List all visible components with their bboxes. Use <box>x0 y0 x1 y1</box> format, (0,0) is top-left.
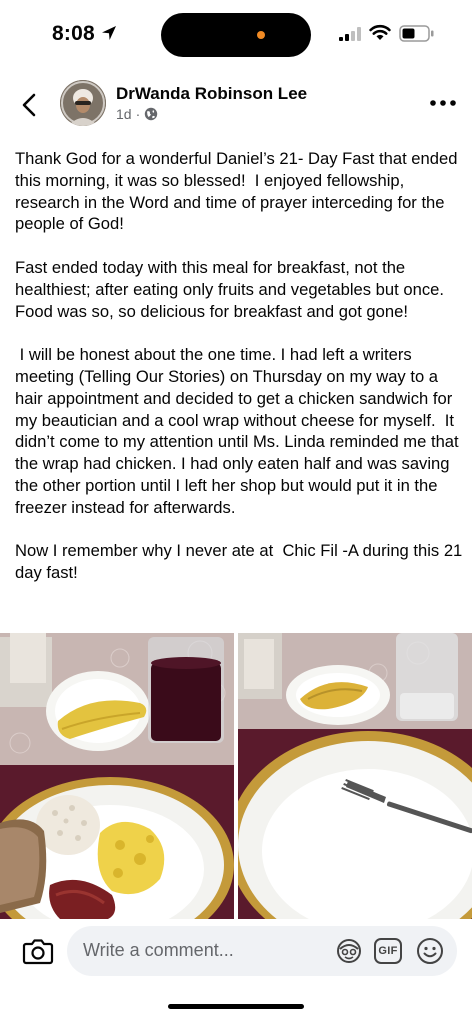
post-paragraph: Fast ended today with this meal for brea… <box>15 257 449 321</box>
post-body: Thank God for a wonderful Daniel’s 21- D… <box>15 148 463 606</box>
comment-input[interactable] <box>83 940 323 961</box>
battery-icon <box>399 25 434 42</box>
avatar-sticker-icon[interactable] <box>335 938 363 964</box>
post-paragraph: Now I remember why I never ate at Chic F… <box>15 541 467 583</box>
post-photo-empty-plate[interactable] <box>238 633 472 919</box>
post-timestamp[interactable]: 1d <box>116 106 132 122</box>
post-photo-breakfast[interactable] <box>0 633 234 919</box>
comment-box[interactable]: GIF <box>67 926 457 976</box>
privacy-indicator-dot <box>257 31 265 39</box>
avatar[interactable] <box>60 80 106 126</box>
wifi-icon <box>369 24 391 40</box>
status-bar: 8:08 <box>0 0 472 70</box>
emoji-icon[interactable] <box>416 937 444 965</box>
camera-icon[interactable] <box>22 936 54 966</box>
author-name[interactable]: DrWanda Robinson Lee <box>116 84 307 104</box>
post-meta: 1d · <box>116 106 158 122</box>
home-indicator[interactable] <box>168 1004 304 1009</box>
post-header: DrWanda Robinson Lee 1d · <box>0 78 472 138</box>
post-paragraph: I will be honest about the one time. I h… <box>15 345 464 517</box>
status-time: 8:08 <box>52 22 95 45</box>
location-arrow-icon <box>102 26 116 40</box>
meta-separator: · <box>135 106 141 122</box>
post-paragraph: Thank God for a wonderful Daniel’s 21- D… <box>15 149 463 234</box>
globe-icon[interactable] <box>144 107 158 121</box>
signal-icon <box>339 27 361 41</box>
back-arrow-icon[interactable] <box>16 90 44 120</box>
dynamic-island <box>161 13 311 57</box>
gif-button[interactable]: GIF <box>374 938 402 964</box>
more-options-icon[interactable] <box>428 96 458 110</box>
